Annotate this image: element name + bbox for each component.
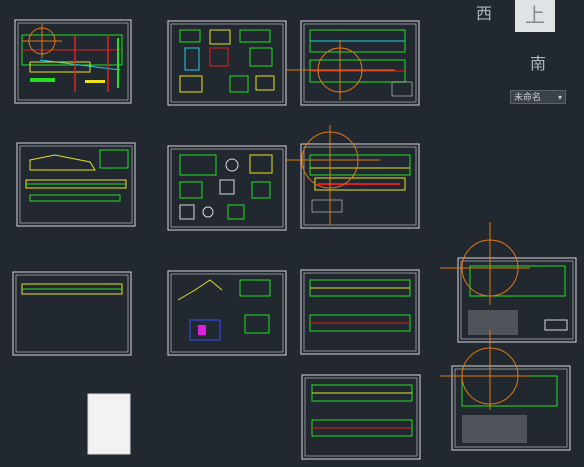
drawing-sheet-4[interactable] — [16, 142, 136, 227]
drawing-sheet-2[interactable] — [167, 20, 287, 106]
drawing-sheet-11[interactable] — [301, 374, 421, 460]
drawing-sheet-7[interactable] — [12, 271, 132, 356]
ucs-dropdown-label: 未命名 — [514, 93, 542, 103]
ucs-dropdown[interactable]: 未命名 ▾ — [510, 90, 566, 104]
viewcube-west-label[interactable]: 西 — [476, 0, 492, 24]
drawing-sheet-5[interactable] — [167, 145, 287, 231]
model-space-canvas[interactable] — [0, 0, 584, 467]
viewcube-top-face[interactable]: 上 — [515, 0, 555, 32]
drawing-sheet-1[interactable] — [14, 19, 132, 104]
viewcube-south-label[interactable]: 南 — [530, 50, 546, 74]
drawing-sheet-3[interactable] — [285, 20, 420, 106]
drawing-sheet-10[interactable] — [440, 222, 577, 343]
drawing-sheet-13[interactable] — [87, 393, 131, 455]
drawing-sheet-12[interactable] — [440, 330, 571, 451]
drawing-sheet-8[interactable] — [167, 270, 287, 356]
drawing-sheet-6[interactable] — [285, 125, 420, 229]
chevron-down-icon: ▾ — [557, 93, 562, 102]
drawing-sheet-9[interactable] — [300, 269, 420, 355]
